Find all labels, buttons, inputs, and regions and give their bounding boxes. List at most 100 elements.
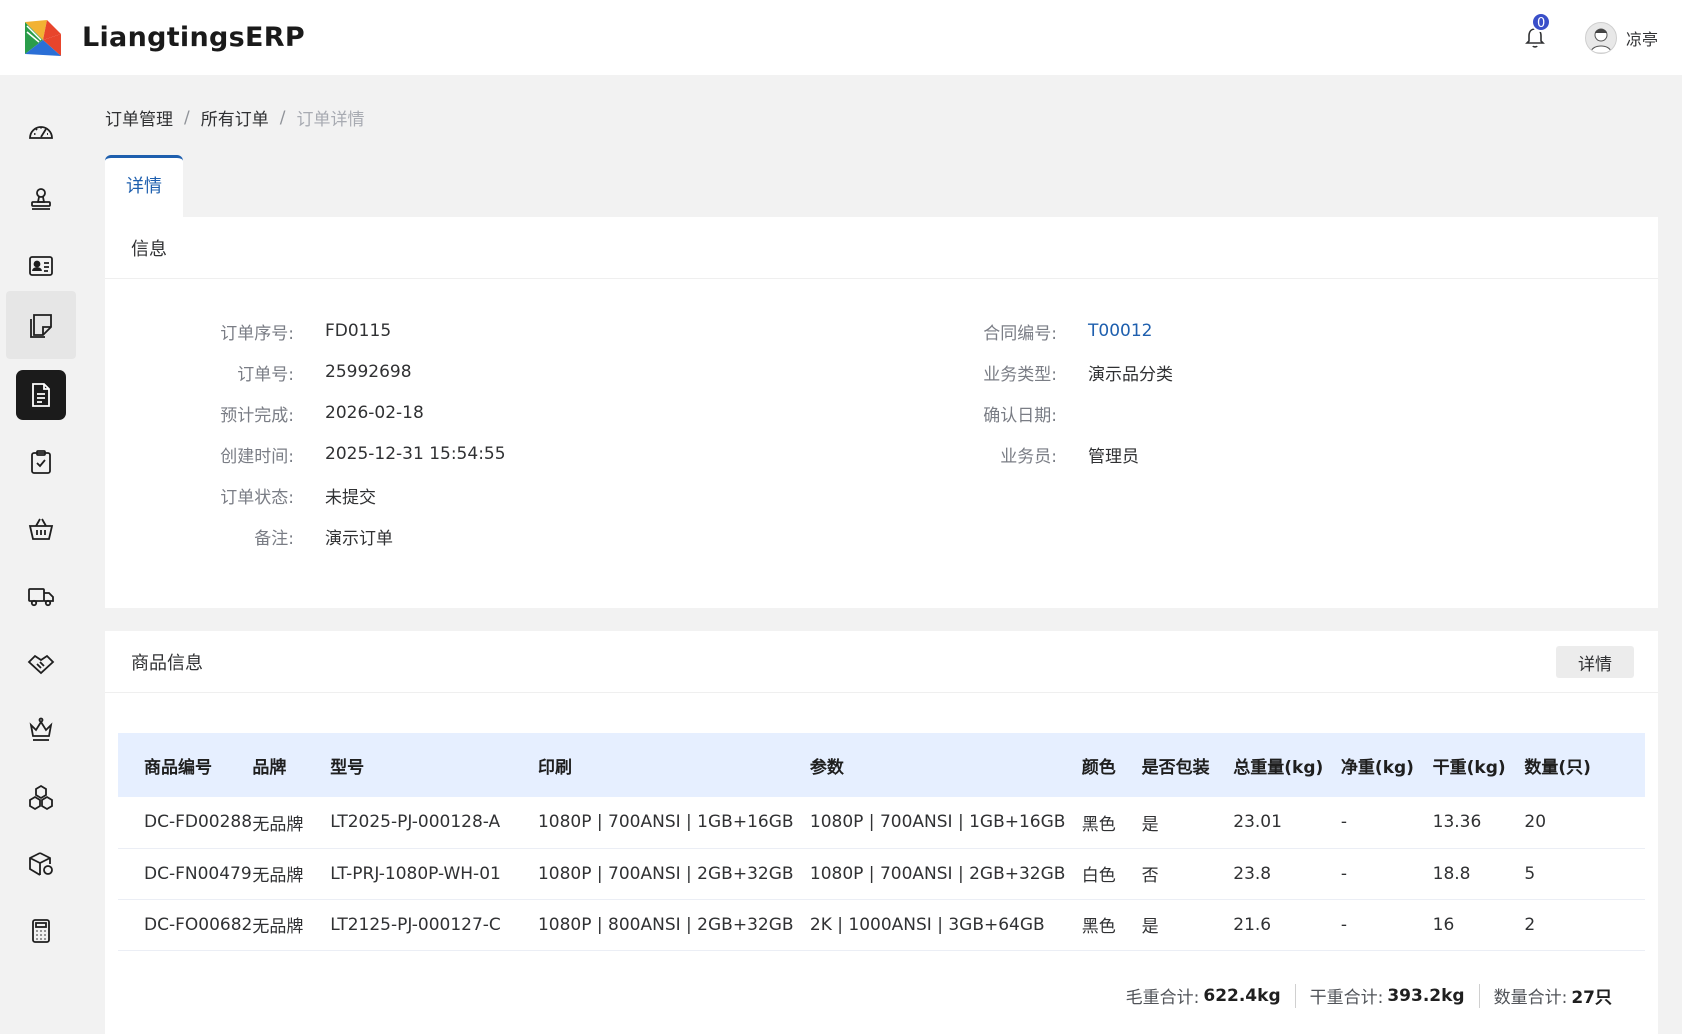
avatar[interactable] [1584,21,1617,54]
table-cell: 否 [1141,848,1234,900]
handshake-icon [27,654,55,675]
sidebar-item-tasks[interactable] [16,437,66,487]
table-cell: 是 [1141,899,1234,951]
table-cell: 白色 [1081,848,1142,900]
breadcrumb-separator: / [184,107,190,128]
calculator-icon [32,919,50,943]
sidebar-item-deals[interactable] [16,638,66,688]
table-cell: 1080P | 700ANSI | 1GB+16GB [809,797,1082,849]
table-cell: 16 [1432,899,1525,951]
goods-card-title: 商品信息 [105,631,1658,693]
table-cell: DC-FN00479 [118,848,253,900]
column-header: 参数 [809,757,844,778]
sidebar-item-contacts[interactable] [16,241,66,291]
column-header: 商品编号 [144,757,212,778]
crown-icon [29,717,53,741]
column-header: 型号 [330,757,365,778]
sidebar-item-stamp[interactable] [16,174,66,224]
info-card-title: 信息 [105,217,1658,279]
info-row-contract-no: 合同编号: T00012 [105,318,1152,344]
divider [1294,983,1296,1008]
info-row-order-status: 订单状态: 未提交 [105,482,376,508]
username[interactable]: 凉亭 [1626,26,1658,50]
table-cell: 2 [1524,899,1645,951]
dashboard-icon [29,126,53,139]
divider [1478,983,1480,1008]
sidebar-item-inventory[interactable] [16,772,66,822]
user-avatar-icon [1590,28,1612,52]
app-title: LiangtingsERP [82,22,305,53]
table-cell: 黑色 [1081,797,1142,849]
table-row: DC-FO00682 无品牌 LT2125-PJ-000127-C 1080P … [118,899,1645,951]
table-cell: 黑色 [1081,899,1142,951]
basket-icon [28,518,54,540]
goods-detail-button[interactable]: 详情 [1556,646,1634,678]
sidebar-item-orders[interactable] [16,370,66,420]
notification-button[interactable]: 0 [1521,11,1552,52]
package-settings-icon [29,852,53,876]
table-cell: 21.6 [1233,899,1341,951]
sidebar-item-vip[interactable] [16,705,66,755]
breadcrumb-order-management[interactable]: 订单管理 [105,105,173,130]
sidebar-item-finance[interactable] [16,906,66,956]
total-dry-value: 393.2kg [1387,985,1465,1006]
goods-table: 商品编号 品牌 型号 印刷 参数 颜色 是否包装 总重量(kg) 净重(kg) … [118,733,1645,951]
sidebar-item-dashboard[interactable] [16,107,66,157]
sidebar-item-purchase[interactable] [16,504,66,554]
total-qty-value: 27只 [1571,988,1612,1008]
table-cell: 1080P | 700ANSI | 1GB+16GB [537,797,810,849]
info-label: 备注: [254,528,294,549]
info-value: 演示订单 [325,528,393,549]
breadcrumb-order-detail: 订单详情 [296,110,365,130]
table-row: DC-FD00288 无品牌 LT2025-PJ-000128-A 1080P … [118,797,1645,849]
info-card: 信息 订单序号: FD0115 订单号: 25992698 预计完成: 2026… [105,217,1658,608]
column-header: 干重(kg) [1432,757,1506,778]
table-cell: 无品牌 [252,797,331,849]
info-label: 确认日期: [983,405,1057,426]
top-header: LiangtingsERP 0 凉亭 [0,0,1682,75]
breadcrumb-all-orders[interactable]: 所有订单 [201,105,269,130]
table-cell: 13.36 [1432,797,1525,849]
table-cell: DC-FO00682 [118,899,253,951]
info-label: 订单状态: [220,487,294,508]
table-cell: 23.01 [1233,797,1341,849]
sidebar-item-products[interactable] [16,839,66,889]
table-cell: - [1340,899,1433,951]
sidebar-item-shipping[interactable] [16,571,66,621]
info-value: 管理员 [1088,446,1139,467]
table-cell: 1080P | 700ANSI | 2GB+32GB [537,848,810,900]
info-row-salesperson: 业务员: 管理员 [105,441,1139,467]
total-qty-label: 数量合计: [1493,988,1568,1008]
table-cell: DC-FD00288 [118,797,253,849]
info-row-remark: 备注: 演示订单 [105,523,393,549]
info-label: 合同编号: [983,323,1057,344]
table-cell: - [1340,848,1433,900]
column-header: 总重量(kg) [1233,757,1324,778]
column-header: 品牌 [252,757,287,778]
contract-link[interactable]: T00012 [1088,321,1152,341]
total-gross-label: 毛重合计: [1125,988,1200,1008]
app-logo[interactable] [23,18,63,58]
tab-detail[interactable]: 详情 [105,155,183,217]
column-header: 数量(只) [1524,757,1591,778]
info-value: 未提交 [325,487,376,508]
info-label: 业务类型: [983,364,1057,385]
info-row-business-type: 业务类型: 演示品分类 [105,359,1173,385]
notification-badge: 0 [1530,11,1552,32]
info-row-confirm-date: 确认日期: [105,400,1088,426]
table-cell: 无品牌 [252,899,331,951]
breadcrumb: 订单管理 / 所有订单 / 订单详情 [105,105,365,131]
contact-card-icon [29,256,53,276]
goods-card: 商品信息 详情 商品编号 品牌 型号 印刷 参数 颜色 是否包装 总重量(kg)… [105,631,1658,1034]
sidebar-item-notes[interactable] [6,291,76,359]
column-header: 是否包装 [1141,757,1210,778]
clipboard-check-icon [31,450,51,474]
total-dry-label: 干重合计: [1309,988,1384,1008]
sidebar [0,75,81,1034]
table-cell: 23.8 [1233,848,1341,900]
main-content: 订单管理 / 所有订单 / 订单详情 详情 信息 订单序号: FD0115 订单… [81,75,1682,1034]
info-label: 业务员: [1000,446,1057,467]
table-cell: 5 [1524,848,1645,900]
info-value: 演示品分类 [1088,364,1173,385]
goods-table-header: 商品编号 品牌 型号 印刷 参数 颜色 是否包装 总重量(kg) 净重(kg) … [118,733,1645,797]
